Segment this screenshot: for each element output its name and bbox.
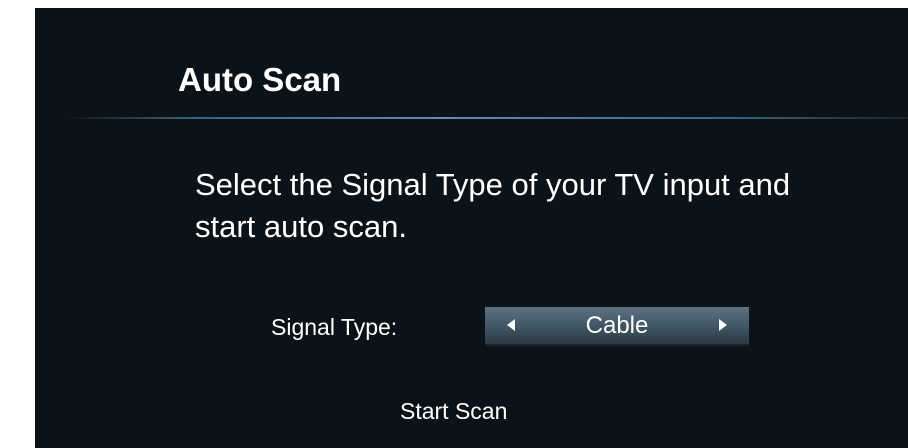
signal-type-label: Signal Type: <box>271 314 398 340</box>
start-scan-button[interactable]: Start Scan <box>400 396 507 426</box>
instructions-text: Select the Signal Type of your TV input … <box>195 167 791 244</box>
title-divider <box>65 117 908 119</box>
signal-type-selector[interactable]: Cable <box>485 307 749 346</box>
signal-type-value: Cable <box>585 312 649 339</box>
page-title: Auto Scan <box>178 61 342 98</box>
triangle-right-icon[interactable] <box>719 319 727 331</box>
auto-scan-screen: Auto Scan Select the Signal Type of your… <box>35 8 908 448</box>
